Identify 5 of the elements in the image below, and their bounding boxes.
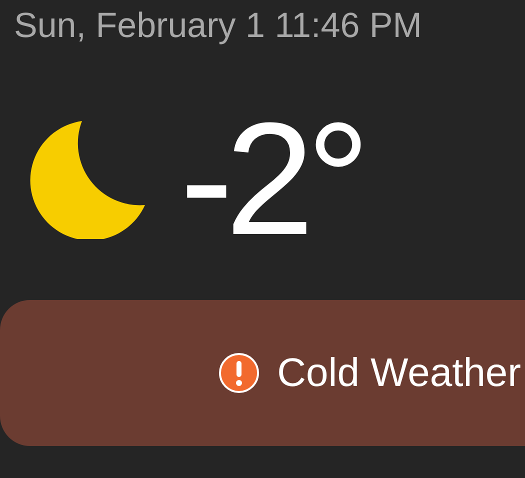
temperature: -2° [180, 104, 362, 254]
alert-banner[interactable]: Cold Weather [0, 300, 525, 446]
date-time: Sun, February 1 11:46 PM [14, 6, 422, 45]
warning-icon [219, 353, 260, 393]
alert-text: Cold Weather [277, 350, 521, 397]
